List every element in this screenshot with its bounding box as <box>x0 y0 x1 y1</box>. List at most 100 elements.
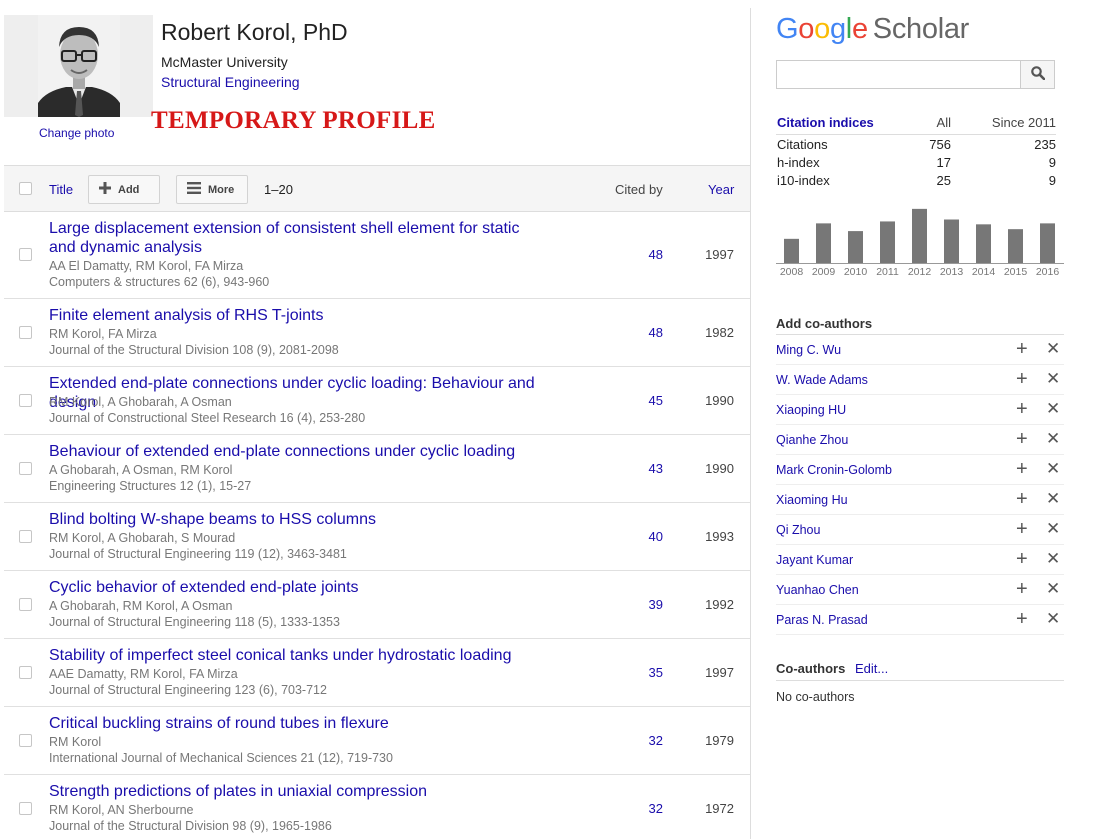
cited-by-link[interactable]: 45 <box>624 393 663 408</box>
publication-authors: AA El Damatty, RM Korol, FA Mirza <box>49 259 244 273</box>
chart-bar-2016[interactable] <box>1040 223 1055 263</box>
chart-bar-2008[interactable] <box>784 238 799 263</box>
change-photo-link[interactable]: Change photo <box>39 126 114 140</box>
cited-by-link[interactable]: 40 <box>624 529 663 544</box>
chart-tick-label: 2013 <box>940 266 964 278</box>
add-coauthor-plus-icon[interactable]: + <box>1016 519 1028 539</box>
coauthor-name-link[interactable]: Mark Cronin-Golomb <box>776 463 892 477</box>
cited-by-link[interactable]: 35 <box>624 665 663 680</box>
coauthor-suggestion: Paras N. Prasad + ✕ <box>776 605 1064 635</box>
dismiss-coauthor-close-icon[interactable]: ✕ <box>1046 400 1060 418</box>
dismiss-coauthor-close-icon[interactable]: ✕ <box>1046 430 1060 448</box>
table-row: Critical buckling strains of round tubes… <box>4 707 750 775</box>
sort-by-cited[interactable]: Cited by <box>615 182 663 197</box>
dismiss-coauthor-close-icon[interactable]: ✕ <box>1046 520 1060 538</box>
chart-bar-2011[interactable] <box>880 221 895 263</box>
more-button-label: More <box>208 183 235 196</box>
citation-label: Citations <box>777 137 828 152</box>
publication-title-link[interactable]: Blind bolting W-shape beams to HSS colum… <box>49 510 549 529</box>
dismiss-coauthor-close-icon[interactable]: ✕ <box>1046 550 1060 568</box>
profile-interest-link[interactable]: Structural Engineering <box>161 74 300 90</box>
chart-bar-2015[interactable] <box>1008 229 1023 263</box>
add-coauthor-plus-icon[interactable]: + <box>1016 489 1028 509</box>
citation-since-value: 9 <box>1048 173 1056 188</box>
table-row: Finite element analysis of RHS T-joints … <box>4 299 750 367</box>
cited-by-link[interactable]: 32 <box>624 733 663 748</box>
logo-letter: o <box>814 13 830 45</box>
chart-bar-2010[interactable] <box>848 231 863 263</box>
publication-venue: Engineering Structures 12 (1), 15-27 <box>49 479 252 493</box>
row-checkbox[interactable] <box>19 529 32 543</box>
row-checkbox[interactable] <box>19 597 32 611</box>
publication-year: 1992 <box>705 596 734 612</box>
cited-by-link[interactable]: 43 <box>624 461 663 476</box>
publication-title-link[interactable]: Critical buckling strains of round tubes… <box>49 714 549 733</box>
coauthor-name-link[interactable]: Jayant Kumar <box>776 553 853 567</box>
add-coauthor-plus-icon[interactable]: + <box>1016 459 1028 479</box>
row-checkbox[interactable] <box>19 733 32 747</box>
sort-by-title[interactable]: Title <box>49 182 73 197</box>
search-input[interactable] <box>776 60 1020 89</box>
publication-year: 1993 <box>705 528 734 544</box>
row-checkbox[interactable] <box>19 325 32 339</box>
citation-all-value: 25 <box>936 173 951 188</box>
row-checkbox[interactable] <box>19 248 32 261</box>
citation-indices-title[interactable]: Citation indices <box>777 115 874 130</box>
add-coauthor-plus-icon[interactable]: + <box>1016 429 1028 449</box>
coauthor-name-link[interactable]: Xiaoping HU <box>776 403 846 417</box>
google-scholar-logo[interactable]: Google Scholar <box>776 13 969 46</box>
chart-bar-2013[interactable] <box>944 219 959 264</box>
dismiss-coauthor-close-icon[interactable]: ✕ <box>1046 340 1060 358</box>
chart-tick-label: 2015 <box>1004 266 1028 278</box>
dismiss-coauthor-close-icon[interactable]: ✕ <box>1046 610 1060 628</box>
add-coauthor-plus-icon[interactable]: + <box>1016 399 1028 419</box>
table-row: Behaviour of extended end-plate connecti… <box>4 435 750 503</box>
edit-coauthors-link[interactable]: Edit... <box>855 661 888 676</box>
profile-photo[interactable] <box>38 15 120 117</box>
coauthor-name-link[interactable]: Xiaoming Hu <box>776 493 848 507</box>
chart-bar-2014[interactable] <box>976 224 991 263</box>
coauthor-name-link[interactable]: W. Wade Adams <box>776 373 868 387</box>
dismiss-coauthor-close-icon[interactable]: ✕ <box>1046 580 1060 598</box>
coauthor-name-link[interactable]: Qianhe Zhou <box>776 433 848 447</box>
row-checkbox[interactable] <box>19 665 32 679</box>
row-checkbox[interactable] <box>19 801 32 815</box>
publication-title-link[interactable]: Stability of imperfect steel conical tan… <box>49 646 549 665</box>
cited-by-link[interactable]: 39 <box>624 597 663 612</box>
row-checkbox[interactable] <box>19 461 32 475</box>
publication-title-link[interactable]: Large displacement extension of consiste… <box>49 219 549 257</box>
cited-by-link[interactable]: 48 <box>624 247 663 262</box>
chart-tick-label: 2012 <box>908 266 932 278</box>
add-coauthor-plus-icon[interactable]: + <box>1016 609 1028 629</box>
dismiss-coauthor-close-icon[interactable]: ✕ <box>1046 370 1060 388</box>
sidebar: Google Scholar Citation indices All Since… <box>776 0 1064 839</box>
add-coauthor-plus-icon[interactable]: + <box>1016 339 1028 359</box>
cited-by-link[interactable]: 32 <box>624 801 663 816</box>
publication-title-link[interactable]: Behaviour of extended end-plate connecti… <box>49 442 549 461</box>
add-coauthor-plus-icon[interactable]: + <box>1016 579 1028 599</box>
add-button[interactable]: Add <box>88 175 160 204</box>
chart-bar-2012[interactable] <box>912 208 927 263</box>
add-coauthor-plus-icon[interactable]: + <box>1016 369 1028 389</box>
more-button[interactable]: More <box>176 175 248 204</box>
chart-bar-2009[interactable] <box>816 223 831 263</box>
coauthor-name-link[interactable]: Paras N. Prasad <box>776 613 868 627</box>
citation-since-value: 9 <box>1048 155 1056 170</box>
sort-by-year[interactable]: Year <box>708 182 734 197</box>
coauthor-name-link[interactable]: Yuanhao Chen <box>776 583 859 597</box>
search-icon <box>1030 66 1045 83</box>
search-button[interactable] <box>1020 60 1055 89</box>
publication-title-link[interactable]: Cyclic behavior of extended end-plate jo… <box>49 578 549 597</box>
dismiss-coauthor-close-icon[interactable]: ✕ <box>1046 460 1060 478</box>
select-all-checkbox[interactable] <box>19 182 32 195</box>
coauthor-name-link[interactable]: Qi Zhou <box>776 523 820 537</box>
publication-title-link[interactable]: Finite element analysis of RHS T-joints <box>49 306 549 325</box>
add-coauthor-plus-icon[interactable]: + <box>1016 549 1028 569</box>
publication-authors: RM Korol, FA Mirza <box>49 327 157 341</box>
chart-tick-label: 2008 <box>780 266 804 278</box>
cited-by-link[interactable]: 48 <box>624 325 663 340</box>
publication-title-link[interactable]: Strength predictions of plates in uniaxi… <box>49 782 549 801</box>
coauthor-name-link[interactable]: Ming C. Wu <box>776 343 841 357</box>
row-checkbox[interactable] <box>19 393 32 407</box>
dismiss-coauthor-close-icon[interactable]: ✕ <box>1046 490 1060 508</box>
